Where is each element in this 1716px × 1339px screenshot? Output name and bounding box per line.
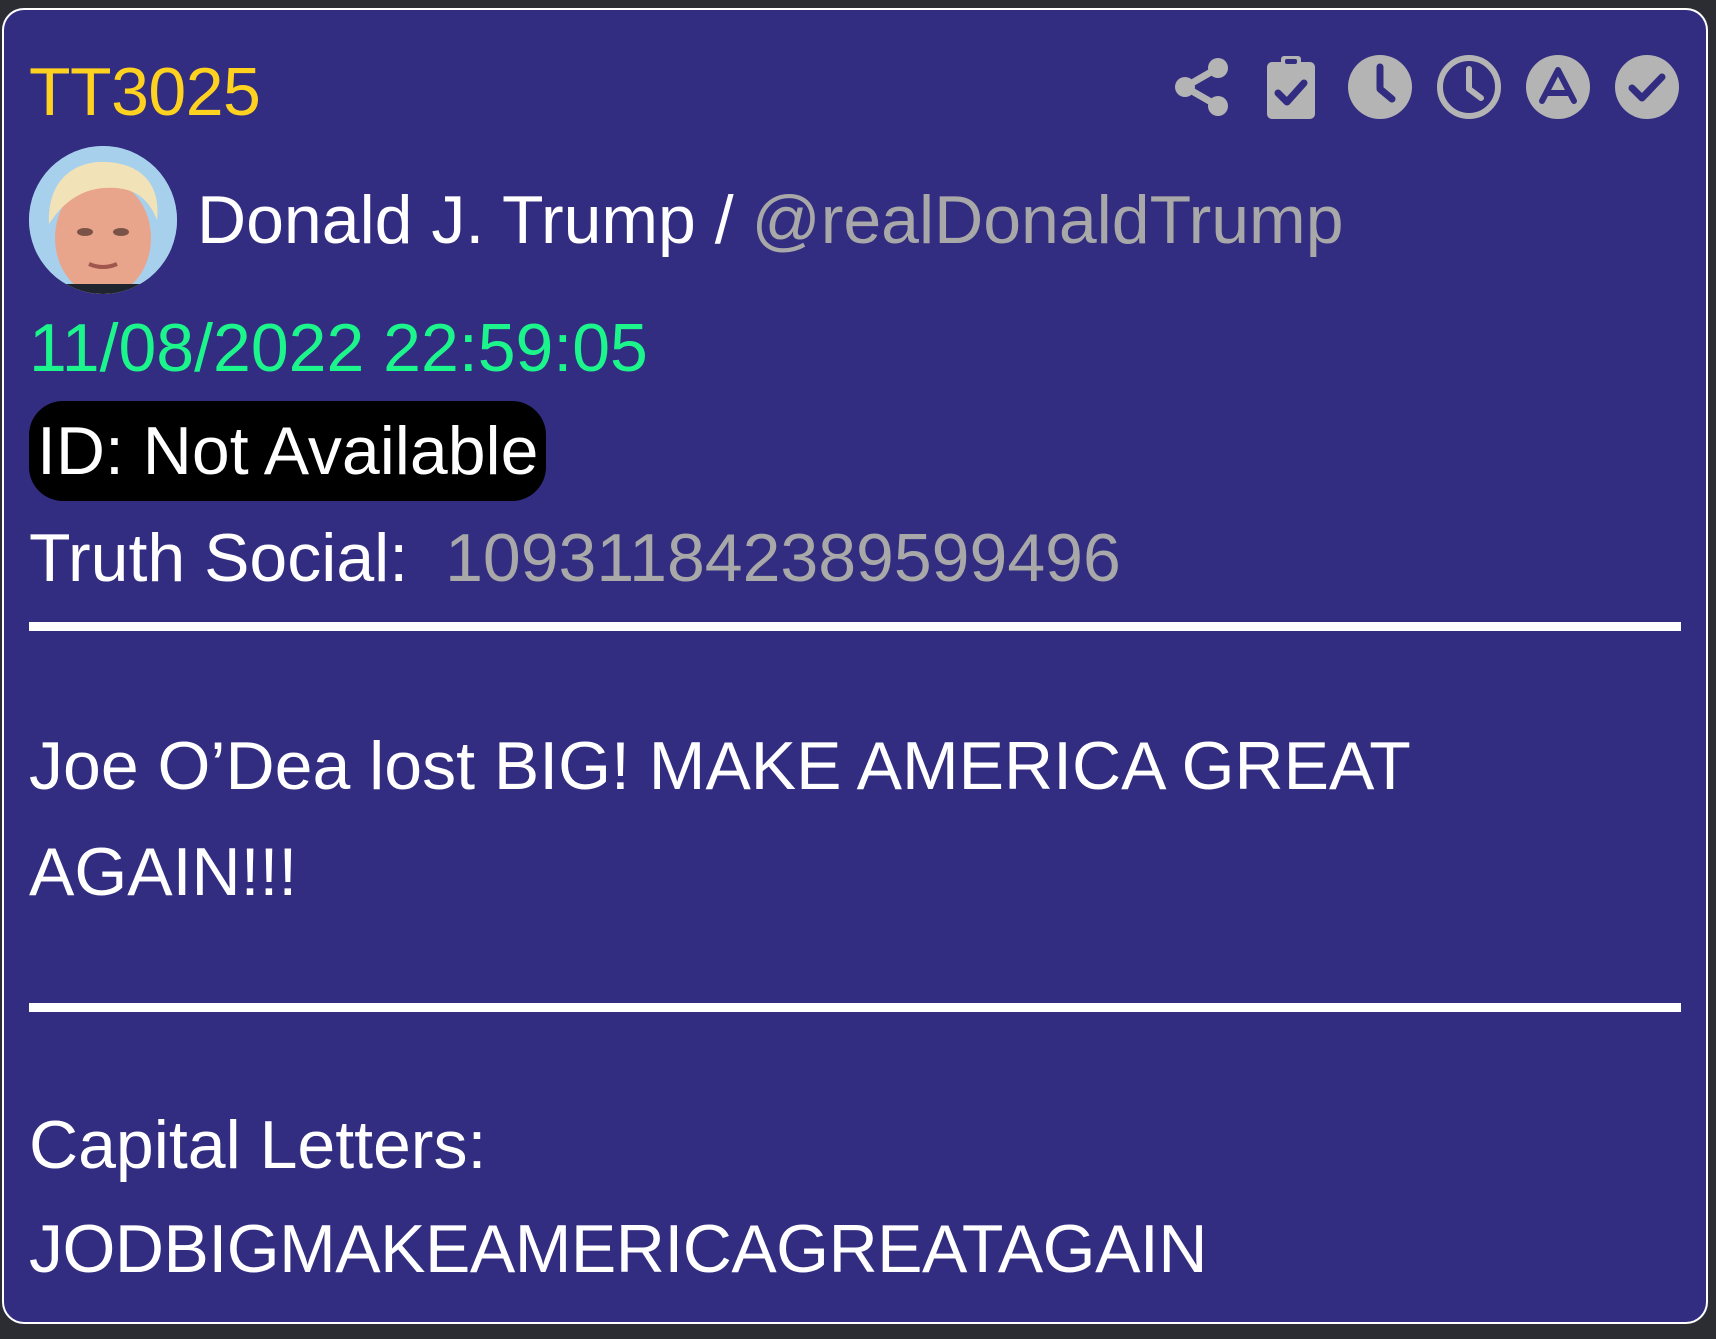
capital-letters-label: Capital Letters: (29, 1107, 487, 1183)
letter-a-circle-icon[interactable] (1524, 53, 1592, 121)
post-card: TT3025 Donald J. Trump / @realDonaldTrum… (2, 8, 1708, 1324)
post-code: TT3025 (29, 54, 261, 130)
check-circle-icon[interactable] (1613, 53, 1681, 121)
author-handle[interactable]: @realDonaldTrump (752, 181, 1344, 259)
divider (29, 1003, 1681, 1012)
clock-filled-icon[interactable] (1346, 53, 1414, 121)
id-badge: ID: Not Available (29, 401, 547, 501)
platform-row: Truth Social: 109311842389599496 (29, 516, 1121, 600)
clipboard-check-icon[interactable] (1257, 53, 1325, 121)
author-name: Donald J. Trump / (197, 182, 734, 258)
post-card-content: TT3025 Donald J. Trump / @realDonaldTrum… (29, 8, 1681, 1324)
post-timestamp: 11/08/2022 22:59:05 (29, 310, 648, 386)
capital-letters-value: JODBIGMAKEAMERICAGREATAGAIN (29, 1211, 1207, 1287)
platform-label: Truth Social: (29, 520, 409, 596)
toolbar (1147, 50, 1681, 124)
avatar[interactable] (29, 146, 177, 294)
platform-post-id[interactable]: 109311842389599496 (445, 520, 1121, 596)
post-text: Joe O’Dea lost BIG! MAKE AMERICA GREAT A… (29, 728, 1410, 910)
author-row: Donald J. Trump / @realDonaldTrump (29, 145, 1344, 295)
divider (29, 622, 1681, 631)
clock-outline-icon[interactable] (1435, 53, 1503, 121)
share-icon[interactable] (1168, 53, 1236, 121)
